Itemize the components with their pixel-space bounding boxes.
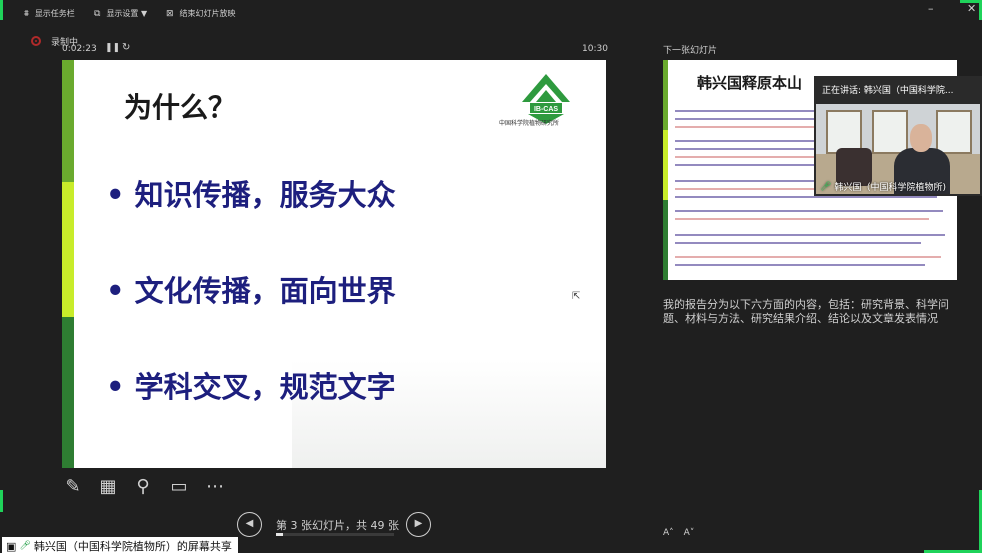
speaking-indicator: 正在讲话: 韩兴国（中国科学院... <box>822 86 954 96</box>
elapsed-timer: 0:02:23 <box>62 44 97 54</box>
next-slide-text-line <box>675 196 937 198</box>
slide-progress-fill <box>276 533 284 536</box>
mouse-cursor-icon: ⇱ <box>572 291 581 302</box>
previous-slide-button[interactable]: ◀ <box>237 512 262 537</box>
end-show-button[interactable]: ⊠ 结束幻灯片放映 <box>166 8 236 19</box>
slide-bullet: • 文化传播，面向世界 <box>106 274 396 308</box>
screen-share-text: 韩兴国（中国科学院植物所）的屏幕共享 <box>33 540 232 553</box>
slide-title: 为什么？ <box>124 91 237 124</box>
reset-timer-icon[interactable]: ↻ <box>122 42 130 53</box>
slide-stripe <box>62 317 74 468</box>
next-slide-title: 韩兴国释原本山 <box>697 74 803 92</box>
microphone-icon: 🎤︎ <box>820 181 832 192</box>
slide-counter: 第 3 张幻灯片，共 49 张 <box>276 519 399 532</box>
zoom-icon[interactable]: ⚲ <box>131 475 155 499</box>
more-options-icon[interactable]: ⋯ <box>203 475 227 499</box>
notes-font-controls: A˄ A˅ <box>663 528 694 538</box>
slide-bullet-text: 文化传播，面向世界 <box>134 274 396 308</box>
microphone-icon: 🎤︎ <box>19 541 31 551</box>
slide-bullet: • 知识传播，服务大众 <box>106 178 396 212</box>
slide-progress-bar <box>276 533 394 536</box>
share-border-corner <box>0 490 3 512</box>
next-slide-text-line <box>675 242 921 244</box>
share-border-corner <box>0 0 4 20</box>
slide-stripe <box>663 200 668 280</box>
slide-bullet-text: 学科交叉，规范文字 <box>134 370 396 404</box>
display-settings-label: 显示设置 ▼ <box>106 9 148 18</box>
next-slide-label: 下一张幻灯片 <box>663 46 718 56</box>
slide-stripe <box>663 60 668 130</box>
end-show-icon: ⊠ <box>166 8 174 19</box>
speaker-person-head <box>910 124 932 152</box>
slide-bullet-text: 知识传播，服务大众 <box>134 178 396 212</box>
current-slide[interactable]: 为什么？ IB-CAS 中国科学院植物研究所 • 知识传播，服务大众 • 文化传… <box>62 60 606 468</box>
clock: 10:30 <box>582 44 608 54</box>
black-screen-icon[interactable]: ▭ <box>167 475 191 499</box>
speaker-video-panel[interactable]: 正在讲话: 韩兴国（中国科学院... 🎤︎ 韩兴国（中国科学院植物所) <box>814 76 982 196</box>
recording-icon <box>31 36 41 46</box>
next-slide-text-line <box>675 210 943 212</box>
speaker-name: 韩兴国（中国科学院植物所) <box>834 183 946 193</box>
slide-bullet: • 学科交叉，规范文字 <box>106 370 396 404</box>
next-slide-text-line <box>675 234 945 236</box>
logo-caption: 中国科学院植物研究所 <box>499 120 560 127</box>
taskbar-icon: ⩩ <box>24 8 29 19</box>
next-slide-button[interactable]: ▶ <box>406 512 431 537</box>
decrease-font-button[interactable]: A˅ <box>684 528 695 538</box>
slide-stripe <box>62 182 74 317</box>
video-background-window <box>936 110 972 154</box>
speaker-notes[interactable]: 我的报告分为以下六方面的内容，包括：研究背景、科学问题、材料与方法、研究结果介绍… <box>663 298 953 326</box>
show-taskbar-label: 显示任务栏 <box>34 9 75 18</box>
display-settings-icon: ⧉ <box>94 8 101 19</box>
screen-share-label: ▣ 🎤︎ 韩兴国（中国科学院植物所）的屏幕共享 <box>2 537 238 553</box>
minimize-icon[interactable]: – <box>928 2 934 15</box>
end-show-label: 结束幻灯片放映 <box>179 9 236 18</box>
logo-abbr: IB-CAS <box>534 106 558 113</box>
all-slides-icon[interactable]: ▦ <box>96 475 120 499</box>
video-background-window <box>872 110 908 154</box>
slide-stripe <box>663 130 668 200</box>
pause-timer-icon[interactable]: ❚❚ <box>105 43 120 53</box>
speaker-name-tag: 🎤︎ 韩兴国（中国科学院植物所) <box>820 180 946 194</box>
display-settings-button[interactable]: ⧉ 显示设置 ▼ <box>94 8 147 19</box>
next-slide-text-line <box>675 218 929 220</box>
next-slide-text-line <box>675 264 925 266</box>
pen-tool-icon[interactable]: ✎ <box>61 475 85 499</box>
increase-font-button[interactable]: A˄ <box>663 528 674 538</box>
slide-stripe <box>62 60 74 182</box>
next-slide-text-line <box>675 256 941 258</box>
presenter-toolbar: ⩩ 显示任务栏 ⧉ 显示设置 ▼ ⊠ 结束幻灯片放映 – ✕ <box>0 0 982 28</box>
show-taskbar-button[interactable]: ⩩ 显示任务栏 <box>24 8 75 19</box>
screen-share-icon: ▣ <box>6 539 17 553</box>
